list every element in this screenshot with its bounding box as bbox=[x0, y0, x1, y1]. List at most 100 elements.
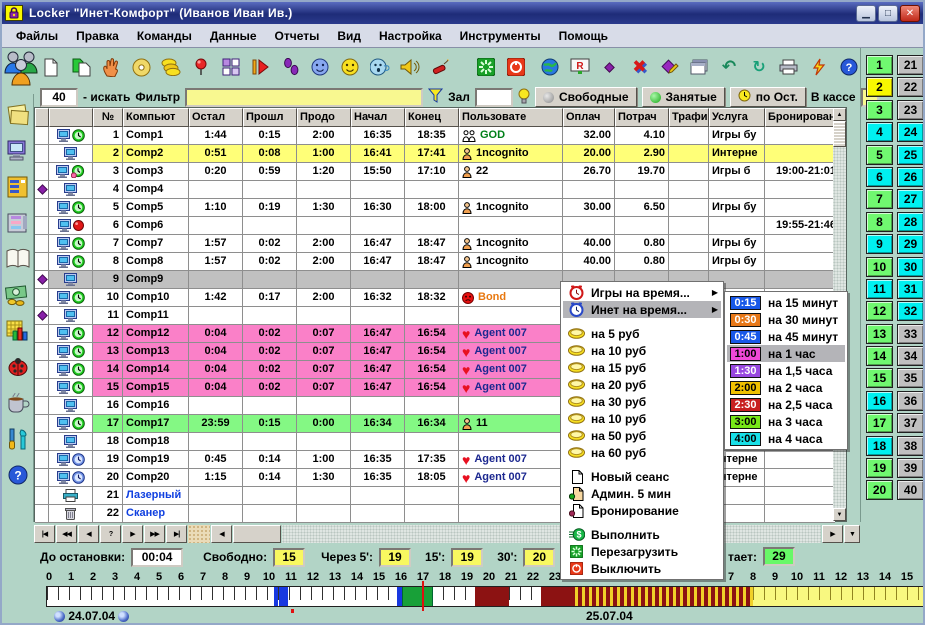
station-button-16[interactable]: 16 bbox=[866, 391, 893, 411]
station-button-17[interactable]: 17 bbox=[866, 413, 893, 433]
footprints-icon[interactable] bbox=[279, 54, 302, 80]
nav-button-3[interactable]: ◀ bbox=[78, 525, 99, 543]
station-button-19[interactable]: 19 bbox=[866, 458, 893, 478]
menu-item-8[interactable]: Инструменты bbox=[452, 27, 549, 45]
station-button-36[interactable]: 36 bbox=[897, 391, 924, 411]
submenu-item-2[interactable]: 0:45 на 45 минут bbox=[727, 328, 845, 345]
station-button-40[interactable]: 40 bbox=[897, 480, 924, 500]
lightning-icon[interactable] bbox=[807, 54, 830, 80]
zal-input[interactable] bbox=[475, 88, 513, 107]
station-button-27[interactable]: 27 bbox=[897, 189, 924, 209]
context-menu-item-12[interactable]: Новый сеанс bbox=[563, 468, 721, 485]
column-header[interactable]: Потрач bbox=[615, 108, 669, 127]
power-icon[interactable] bbox=[504, 54, 527, 80]
context-menu-item-10[interactable]: на 60 руб bbox=[563, 444, 721, 461]
station-button-34[interactable]: 34 bbox=[897, 346, 924, 366]
context-menu-item-6[interactable]: на 20 руб bbox=[563, 376, 721, 393]
table-row[interactable]: 1Comp11:440:152:0016:3518:35GOD32.004.10… bbox=[35, 127, 835, 145]
column-header[interactable]: Остал bbox=[189, 108, 243, 127]
coffee-icon[interactable] bbox=[4, 390, 32, 416]
column-header[interactable]: Бронирован bbox=[765, 108, 835, 127]
help-small-icon[interactable]: ? bbox=[4, 462, 32, 488]
context-menu-item-5[interactable]: на 15 руб bbox=[563, 359, 721, 376]
nav-button-5[interactable]: ▶ bbox=[122, 525, 143, 543]
column-header[interactable] bbox=[35, 108, 49, 127]
hand-icon[interactable] bbox=[100, 54, 123, 80]
station-button-29[interactable]: 29 bbox=[897, 234, 924, 254]
copy-doc-icon[interactable] bbox=[70, 54, 93, 80]
station-button-11[interactable]: 11 bbox=[866, 279, 893, 299]
submenu-item-1[interactable]: 0:30 на 30 минут bbox=[727, 311, 845, 328]
context-menu-item-7[interactable]: на 30 руб bbox=[563, 393, 721, 410]
notes-icon[interactable] bbox=[4, 102, 32, 128]
hscroll-left-icon[interactable]: ◀ bbox=[211, 525, 232, 543]
submenu-item-8[interactable]: 4:00 на 4 часа bbox=[727, 430, 845, 447]
station-button-2[interactable]: 2 bbox=[866, 77, 893, 97]
filter-input[interactable] bbox=[185, 88, 423, 107]
column-header[interactable]: Прошл bbox=[243, 108, 297, 127]
station-button-15[interactable]: 15 bbox=[866, 368, 893, 388]
nav-button-1[interactable]: |◀ bbox=[34, 525, 55, 543]
station-button-8[interactable]: 8 bbox=[866, 212, 893, 232]
refresh-icon[interactable]: ↻ bbox=[747, 54, 770, 80]
table-row[interactable]: 7Comp71:570:022:0016:4718:471ncognito40.… bbox=[35, 235, 835, 253]
free-filter-button[interactable]: Свободные bbox=[535, 87, 637, 107]
station-button-6[interactable]: 6 bbox=[866, 167, 893, 187]
bulb-icon[interactable] bbox=[518, 88, 530, 107]
tools-icon[interactable] bbox=[4, 426, 32, 452]
scroll-up-icon[interactable]: ▲ bbox=[833, 108, 846, 121]
hscroll-thumb[interactable] bbox=[233, 525, 281, 543]
station-button-3[interactable]: 3 bbox=[866, 100, 893, 120]
new-doc-icon[interactable] bbox=[40, 54, 63, 80]
column-header[interactable]: Конец bbox=[405, 108, 459, 127]
column-header[interactable]: Услуга bbox=[709, 108, 765, 127]
station-button-21[interactable]: 21 bbox=[897, 55, 924, 75]
menu-item-1[interactable]: Файлы bbox=[8, 27, 66, 45]
menu-item-5[interactable]: Отчеты bbox=[267, 27, 328, 45]
globe-icon[interactable] bbox=[538, 54, 561, 80]
submenu-item-5[interactable]: 2:00 на 2 часа bbox=[727, 379, 845, 396]
station-button-10[interactable]: 10 bbox=[866, 257, 893, 277]
delete-icon[interactable]: ✖ bbox=[628, 54, 651, 80]
funnel-icon[interactable] bbox=[428, 88, 443, 106]
table-row[interactable]: 6Comp619:55-21:46 bbox=[35, 217, 835, 235]
station-button-31[interactable]: 31 bbox=[897, 279, 924, 299]
window-icon[interactable] bbox=[688, 54, 711, 80]
hand-right-icon[interactable] bbox=[118, 611, 129, 622]
station-button-30[interactable]: 30 bbox=[897, 257, 924, 277]
table-row[interactable]: 2Comp20:510:081:0016:4117:411ncognito20.… bbox=[35, 145, 835, 163]
context-menu-item-1[interactable]: Инет на время...▶ bbox=[563, 301, 721, 318]
coins-icon[interactable] bbox=[160, 54, 183, 80]
organizer-icon[interactable] bbox=[4, 210, 32, 236]
menu-item-4[interactable]: Данные bbox=[202, 27, 265, 45]
column-header[interactable]: № bbox=[93, 108, 123, 127]
timeline-bar[interactable] bbox=[46, 586, 925, 607]
by-remaining-button[interactable]: по Ост. bbox=[730, 87, 806, 107]
station-button-13[interactable]: 13 bbox=[866, 324, 893, 344]
users-group-icon[interactable] bbox=[3, 49, 39, 91]
station-button-35[interactable]: 35 bbox=[897, 368, 924, 388]
close-button[interactable]: ✕ bbox=[900, 5, 920, 22]
menu-item-3[interactable]: Команды bbox=[129, 27, 200, 45]
station-button-38[interactable]: 38 bbox=[897, 436, 924, 456]
speaker-icon[interactable] bbox=[399, 54, 422, 80]
help-icon[interactable]: ? bbox=[837, 54, 860, 80]
minimize-button[interactable]: ▁ bbox=[856, 5, 876, 22]
station-button-23[interactable]: 23 bbox=[897, 100, 924, 120]
station-button-1[interactable]: 1 bbox=[866, 55, 893, 75]
dropdown-icon[interactable]: ▼ bbox=[844, 525, 860, 543]
menu-item-7[interactable]: Настройка bbox=[371, 27, 450, 45]
station-button-33[interactable]: 33 bbox=[897, 324, 924, 344]
station-button-28[interactable]: 28 bbox=[897, 212, 924, 232]
station-button-39[interactable]: 39 bbox=[897, 458, 924, 478]
column-header[interactable]: Компьют bbox=[123, 108, 189, 127]
table-row[interactable]: 3Comp30:200:591:2015:5017:102226.7019.70… bbox=[35, 163, 835, 181]
station-button-26[interactable]: 26 bbox=[897, 167, 924, 187]
book-icon[interactable] bbox=[4, 246, 32, 272]
restart-icon[interactable] bbox=[474, 54, 497, 80]
table-row[interactable]: 8Comp81:570:022:0016:4718:471ncognito40.… bbox=[35, 253, 835, 271]
maximize-button[interactable]: □ bbox=[878, 5, 898, 22]
schedule-icon[interactable] bbox=[4, 318, 32, 344]
hscroll-track[interactable] bbox=[282, 525, 821, 543]
context-menu-item-9[interactable]: на 50 руб bbox=[563, 427, 721, 444]
